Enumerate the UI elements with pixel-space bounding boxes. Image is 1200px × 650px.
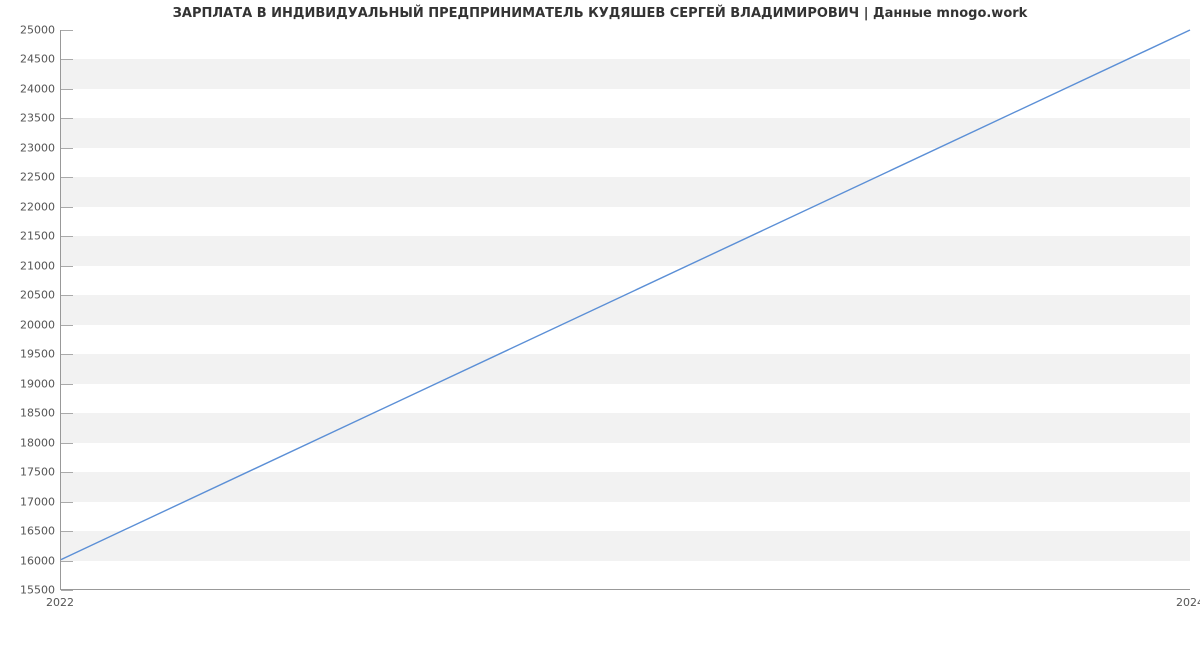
x-tick-label: 2022 [46, 596, 74, 609]
y-tick-label: 23500 [5, 112, 55, 125]
chart-title: ЗАРПЛАТА В ИНДИВИДУАЛЬНЫЙ ПРЕДПРИНИМАТЕЛ… [0, 6, 1200, 21]
y-tick [61, 472, 73, 473]
y-tick-label: 16000 [5, 554, 55, 567]
y-tick-label: 18500 [5, 407, 55, 420]
y-tick [61, 118, 73, 119]
y-tick [61, 295, 73, 296]
y-tick [61, 236, 73, 237]
y-tick [61, 354, 73, 355]
y-tick-label: 24500 [5, 53, 55, 66]
y-tick [61, 266, 73, 267]
y-tick [61, 502, 73, 503]
y-tick [61, 443, 73, 444]
line-series [61, 30, 1190, 589]
y-tick [61, 148, 73, 149]
y-tick-label: 20000 [5, 318, 55, 331]
y-tick [61, 325, 73, 326]
y-tick [61, 59, 73, 60]
x-tick-label: 2024 [1176, 596, 1200, 609]
y-tick-label: 17500 [5, 466, 55, 479]
y-tick-label: 18000 [5, 436, 55, 449]
data-line [61, 30, 1190, 560]
y-tick [61, 531, 73, 532]
y-tick [61, 590, 73, 591]
y-tick-label: 15500 [5, 584, 55, 597]
y-tick-label: 25000 [5, 24, 55, 37]
y-tick-label: 19000 [5, 377, 55, 390]
y-tick-label: 22500 [5, 171, 55, 184]
y-tick-label: 16500 [5, 525, 55, 538]
y-tick [61, 89, 73, 90]
y-tick [61, 177, 73, 178]
y-tick [61, 30, 73, 31]
y-tick [61, 207, 73, 208]
y-tick-label: 23000 [5, 141, 55, 154]
salary-chart: ЗАРПЛАТА В ИНДИВИДУАЛЬНЫЙ ПРЕДПРИНИМАТЕЛ… [0, 0, 1200, 620]
y-tick-label: 21500 [5, 230, 55, 243]
y-tick [61, 561, 73, 562]
y-tick [61, 413, 73, 414]
y-tick-label: 22000 [5, 200, 55, 213]
y-tick-label: 24000 [5, 82, 55, 95]
y-tick [61, 384, 73, 385]
y-tick-label: 21000 [5, 259, 55, 272]
y-tick-label: 20500 [5, 289, 55, 302]
y-tick-label: 17000 [5, 495, 55, 508]
plot-area [60, 30, 1190, 590]
y-tick-label: 19500 [5, 348, 55, 361]
